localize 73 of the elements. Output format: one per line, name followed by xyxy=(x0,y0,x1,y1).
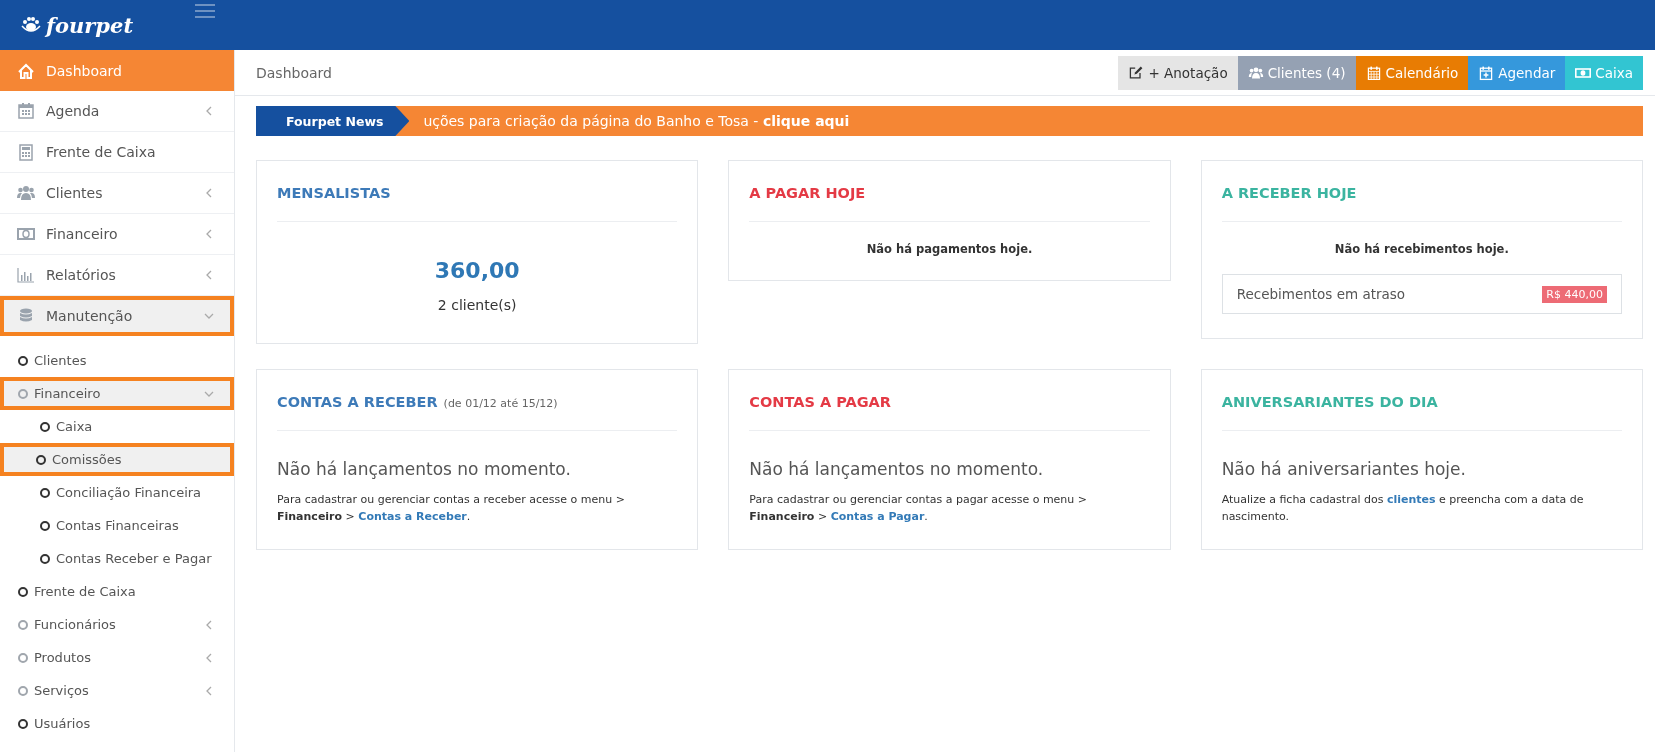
submenu-item[interactable]: Contas Financeiras xyxy=(0,509,234,542)
card-title: CONTAS A RECEBER xyxy=(277,394,438,410)
menu-icon[interactable] xyxy=(195,3,215,19)
chevron-left-icon xyxy=(204,188,214,198)
circle-icon xyxy=(18,718,28,729)
sidebar-item[interactable]: Manutenção xyxy=(0,296,234,336)
sidebar-item[interactable]: Clientes xyxy=(0,173,234,214)
empty-message: Não há lançamentos no momento. xyxy=(277,459,572,479)
submenu-item[interactable]: Comissões xyxy=(0,443,234,476)
calendar-plus-icon xyxy=(1478,64,1495,81)
help-text: Para cadastrar ou gerenciar contas a receber acesse o menu > Financeiro > Contas a Receber. xyxy=(277,492,626,525)
submenu-item[interactable]: Contas Receber e Pagar xyxy=(0,542,234,575)
chevron-left-icon xyxy=(204,229,214,239)
submenu-item[interactable]: Clientes xyxy=(0,344,234,377)
amount-value: 360,00 xyxy=(433,258,521,283)
row-label: Recebimentos em atraso xyxy=(1236,286,1406,302)
help-text: Atualize a ficha cadastral dos clientes e preencha com a data de nascimento. xyxy=(1221,492,1585,525)
submenu-item[interactable]: Usuários xyxy=(0,707,234,740)
sidebar-item[interactable]: Financeiro xyxy=(0,214,234,255)
edit-icon xyxy=(1128,64,1145,81)
circle-icon xyxy=(40,487,50,498)
amount-badge: R$ 440,00 xyxy=(1542,285,1607,303)
paw-icon xyxy=(20,16,42,34)
submenu-item[interactable]: Frente de Caixa xyxy=(0,575,234,608)
brand-logo[interactable]: fourpet xyxy=(46,12,134,38)
link[interactable]: Contas a Receber xyxy=(358,510,467,523)
calculator-icon xyxy=(16,142,36,162)
circle-icon xyxy=(18,388,28,399)
circle-icon xyxy=(18,685,28,696)
card-title: A RECEBER HOJE xyxy=(1221,185,1357,201)
bar-chart-icon xyxy=(16,265,36,285)
chevron-left-icon xyxy=(204,619,214,630)
action-button[interactable]: + Anotação xyxy=(1118,55,1238,90)
circle-icon xyxy=(40,421,50,432)
circle-icon xyxy=(18,586,28,597)
link[interactable]: Contas a Pagar xyxy=(830,510,925,523)
circle-icon xyxy=(18,619,28,630)
submenu-item[interactable]: Caixa xyxy=(0,410,234,443)
submenu-item[interactable]: Produtos xyxy=(0,641,234,674)
circle-icon xyxy=(40,553,50,564)
chevron-left-icon xyxy=(204,270,214,280)
empty-message: Não há pagamentos hoje. xyxy=(865,242,1034,256)
chevron-left-icon xyxy=(204,106,214,116)
circle-icon xyxy=(36,454,46,465)
card-title: ANIVERSARIANTES DO DIA xyxy=(1221,394,1438,410)
chevron-down-icon xyxy=(204,311,214,321)
help-text: Para cadastrar ou gerenciar contas a pagar acesse o menu > Financeiro > Contas a Pagar. xyxy=(749,492,1089,525)
users-icon xyxy=(16,183,36,203)
chevron-left-icon xyxy=(204,685,214,696)
news-label: Fourpet News xyxy=(256,106,410,136)
empty-message: Não há aniversariantes hoje. xyxy=(1221,459,1467,479)
card-title: MENSALISTAS xyxy=(277,185,391,201)
sidebar-item[interactable]: Frente de Caixa xyxy=(0,132,234,173)
sidebar-item[interactable]: Agenda xyxy=(0,91,234,132)
calendar-icon xyxy=(16,101,36,121)
empty-message: Não há lançamentos no momento. xyxy=(749,459,1045,479)
link[interactable]: clientes xyxy=(1386,493,1436,506)
circle-icon xyxy=(40,520,50,531)
circle-icon xyxy=(18,652,28,663)
breadcrumb: Dashboard xyxy=(256,64,332,81)
overdue-row[interactable]: Recebimentos em atraso R$ 440,00 xyxy=(1221,274,1622,314)
date-range: (de 01/12 até 15/12) xyxy=(443,397,558,410)
submenu-item[interactable]: Conciliação Financeira xyxy=(0,476,234,509)
card-title: CONTAS A PAGAR xyxy=(749,394,891,410)
empty-message: Não há recebimentos hoje. xyxy=(1333,242,1510,256)
submenu-item[interactable]: Serviços xyxy=(0,674,234,707)
client-count: 2 cliente(s) xyxy=(436,297,518,313)
submenu-item[interactable]: Financeiro xyxy=(0,377,234,410)
circle-icon xyxy=(18,355,28,366)
card-title: A PAGAR HOJE xyxy=(749,185,866,201)
submenu-item[interactable]: Funcionários xyxy=(0,608,234,641)
chevron-left-icon xyxy=(204,652,214,663)
calendar-icon xyxy=(1365,64,1382,81)
